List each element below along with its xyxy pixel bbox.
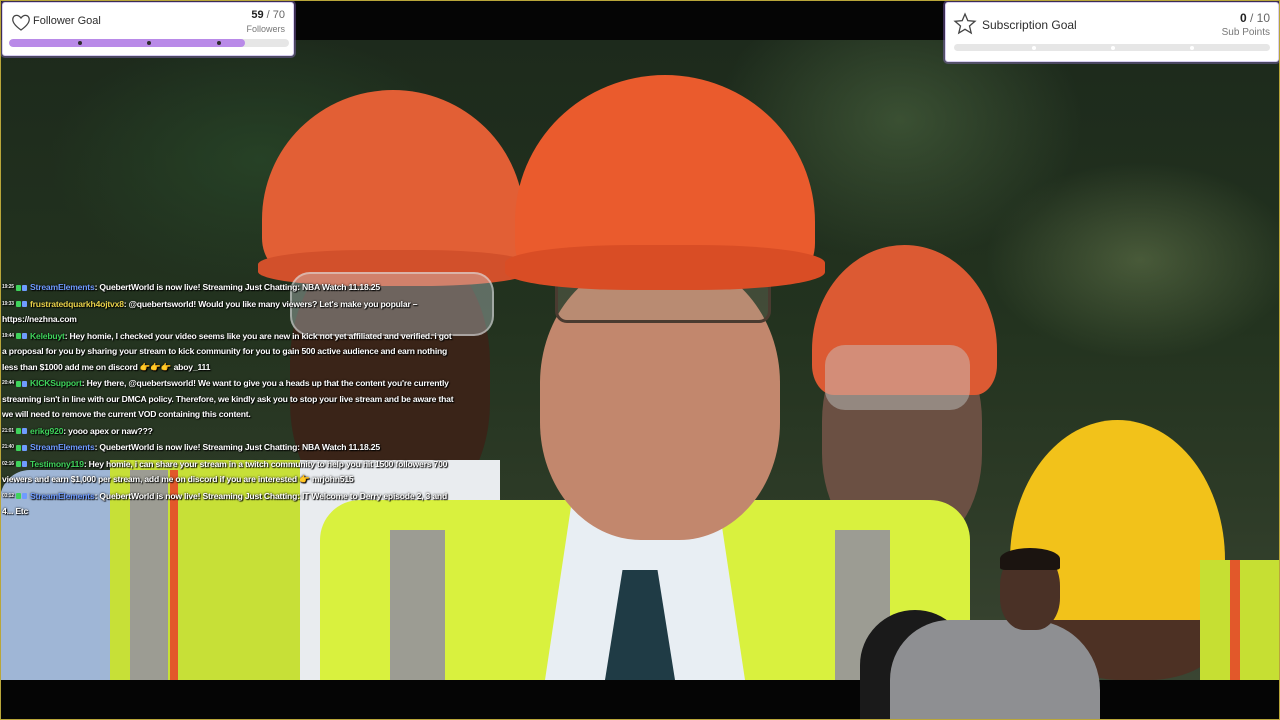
progress-marker — [78, 41, 82, 45]
chat-username: StreamElements — [30, 490, 95, 501]
chat-username: Kelebuyt — [30, 330, 65, 341]
streamer-webcam — [860, 540, 1100, 720]
chat-username: frustratedquarkh4ojtvx8 — [30, 298, 124, 309]
chat-message: 21:01 erikg920: yooo apex or naw??? — [0, 424, 460, 440]
follower-goal-title: Follower Goal — [33, 15, 101, 27]
star-outline-icon — [953, 12, 977, 35]
chat-badge-icon — [21, 301, 27, 308]
chat-timestamp: 02:16 — [2, 460, 14, 467]
subscription-goal-unit: Sub Points — [1221, 27, 1270, 38]
chat-text: : Hey homie, I checked your video seems … — [2, 330, 452, 372]
progress-marker — [147, 41, 151, 45]
chat-text: : yooo apex or naw??? — [63, 425, 153, 436]
chat-timestamp: 20:44 — [2, 380, 14, 387]
chat-text: : QuebertWorld is now live! Streaming Ju… — [94, 282, 381, 293]
chat-timestamp: 19:44 — [2, 332, 14, 339]
chat-badge-icon — [21, 493, 27, 500]
chat-timestamp: 21:01 — [2, 427, 14, 434]
follower-goal-widget: Follower Goal 59 / 70 Followers — [2, 2, 294, 56]
chat-timestamp: 19:25 — [2, 284, 14, 290]
chat-badge-icon — [15, 284, 21, 291]
progress-marker — [1111, 45, 1115, 50]
subscription-goal-widget: Subscription Goal 0 / 10 Sub Points — [945, 2, 1279, 62]
chat-badge-icon — [15, 333, 21, 340]
chat-badge-icon — [15, 444, 21, 451]
chat-message: 19:44 Kelebuyt: Hey homie, I checked you… — [0, 329, 460, 376]
heart-outline-icon — [12, 14, 30, 31]
chat-badge-icon — [21, 461, 27, 468]
chat-message: 02:16 Testimony119: Hey homie, i can sha… — [0, 457, 460, 488]
chat-badge-icon — [15, 380, 21, 387]
orange-hardhat — [262, 90, 524, 275]
chat-timestamp: 19:33 — [2, 300, 14, 307]
subscription-goal-count: 0 / 10 — [1239, 11, 1270, 25]
chat-badge-icon — [15, 301, 21, 308]
streamer-shirt — [890, 620, 1100, 720]
progress-marker — [1032, 45, 1036, 50]
subscription-progress-bar — [954, 44, 1270, 51]
follower-goal-unit: Followers — [246, 24, 285, 34]
chat-username: KICKSupport — [30, 378, 82, 389]
chat-badge-icon — [15, 428, 21, 435]
subscription-goal-title: Subscription Goal — [982, 18, 1077, 32]
chat-timestamp: 03:12 — [2, 492, 14, 499]
chat-message: 20:44 KICKSupport: Hey there, @quebertsw… — [0, 376, 460, 423]
follower-goal-count: 59 / 70 — [251, 9, 285, 21]
chat-message: 21:40 StreamElements: QuebertWorld is no… — [0, 440, 460, 456]
chat-badge-icon — [21, 284, 27, 291]
chat-username: Testimony119 — [30, 458, 84, 469]
chat-message: 19:25 StreamElements: QuebertWorld is no… — [0, 280, 460, 296]
progress-marker — [1190, 45, 1194, 50]
chat-timestamp: 21:40 — [2, 444, 14, 451]
chat-message: 19:33 frustratedquarkh4ojtvx8: @queberts… — [0, 297, 460, 328]
chat-text: : QuebertWorld is now live! Streaming Ju… — [94, 442, 381, 453]
chat-overlay: 19:25 StreamElements: QuebertWorld is no… — [0, 280, 460, 521]
chat-badge-icon — [15, 493, 21, 500]
chat-badge-icon — [21, 444, 27, 451]
chat-username: StreamElements — [30, 442, 95, 453]
chat-badge-icon — [21, 428, 27, 435]
progress-marker — [217, 41, 221, 45]
chat-badge-icon — [21, 333, 27, 340]
follower-progress-fill — [9, 39, 246, 47]
chat-username: erikg920 — [30, 425, 64, 436]
chat-badge-icon — [15, 461, 21, 468]
chat-badge-icon — [21, 380, 27, 387]
chat-username: StreamElements — [30, 282, 95, 293]
chat-message: 03:12 StreamElements: QuebertWorld is no… — [0, 489, 460, 520]
follower-progress-bar — [9, 39, 289, 47]
